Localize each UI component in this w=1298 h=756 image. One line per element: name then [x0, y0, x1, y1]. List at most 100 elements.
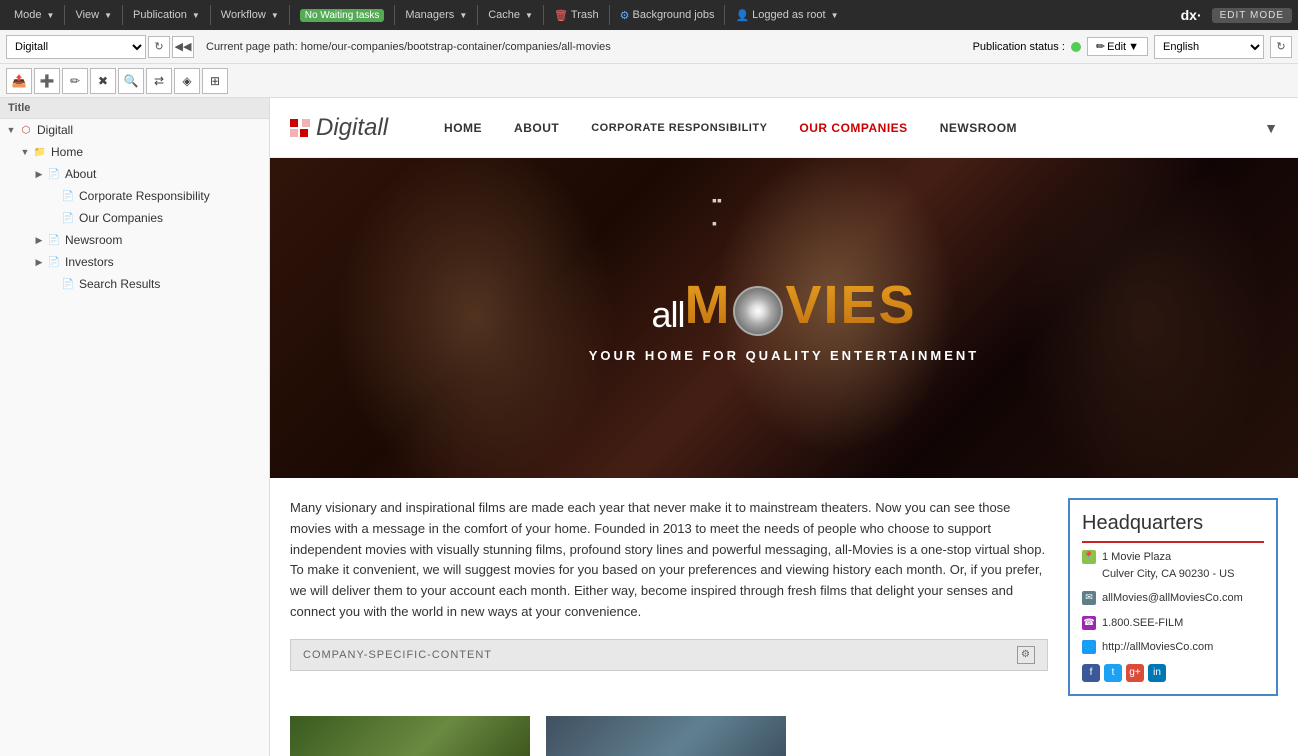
bar-settings-icon[interactable]: ⚙	[1017, 646, 1035, 664]
bg-jobs-label: Background jobs	[633, 9, 715, 21]
sep8	[609, 5, 610, 25]
tree-item-our-companies[interactable]: 📄 Our Companies	[0, 207, 269, 229]
nav-about[interactable]: ABOUT	[498, 98, 575, 158]
hero-m-text: M	[684, 274, 731, 336]
hero-vies-text: VIES	[785, 274, 916, 336]
managers-menu[interactable]: Managers ▼	[397, 0, 475, 30]
hero-tagline: YOUR HOME FOR QUALITY ENTERTAINMENT	[589, 348, 980, 363]
sep7	[543, 5, 544, 25]
phone-icon: ☎	[1082, 616, 1096, 630]
logged-icon: 👤	[735, 9, 749, 22]
workflow-arrow: ▼	[271, 11, 279, 20]
hq-social: f t g+ in	[1082, 664, 1264, 682]
logged-as-menu[interactable]: 👤 Logged as root ▼	[727, 0, 846, 30]
email-icon: ✉	[1082, 591, 1096, 605]
logo-box4	[300, 129, 308, 137]
hero-pixels: ▪▪▪	[712, 188, 722, 234]
pencil-icon: ✏	[1096, 40, 1105, 53]
logged-arrow: ▼	[831, 11, 839, 20]
thumb-1[interactable]: 6 JAN	[290, 716, 530, 756]
tool-more[interactable]: ⊞	[202, 68, 228, 94]
hero-all-text: all	[651, 294, 684, 336]
tool-delete[interactable]: ✖	[90, 68, 116, 94]
social-linkedin[interactable]: in	[1148, 664, 1166, 682]
mode-arrow: ▼	[47, 11, 55, 20]
sep9	[724, 5, 725, 25]
hq-title: Headquarters	[1082, 512, 1264, 543]
sep5	[394, 5, 395, 25]
tree-item-investors[interactable]: ▶ 📄 Investors	[0, 251, 269, 273]
logo-text: Digitall	[316, 114, 388, 142]
page-icon-search: 📄	[60, 276, 76, 292]
page-icon-investors: 📄	[46, 254, 62, 270]
language-select[interactable]: English	[1154, 35, 1264, 59]
tree-item-corp-resp[interactable]: 📄 Corporate Responsibility	[0, 185, 269, 207]
edit-button[interactable]: ✏ Edit ▼	[1087, 37, 1148, 56]
nav-dropdown-arrow[interactable]: ▼	[1264, 120, 1278, 136]
nav-corp-resp[interactable]: CORPORATE RESPONSIBILITY	[575, 98, 783, 158]
tree-arrow-newsroom: ▶	[32, 235, 46, 246]
page-icon-corp: 📄	[60, 188, 76, 204]
trash-button[interactable]: 🗑 Trash	[546, 0, 607, 30]
workflow-menu[interactable]: Workflow ▼	[213, 0, 287, 30]
sidebar: Title ▼ ⬡ Digitall ▼ 📁 Home ▶ 📄 About 📄 …	[0, 98, 270, 756]
tree-item-about[interactable]: ▶ 📄 About	[0, 163, 269, 185]
managers-arrow: ▼	[459, 11, 467, 20]
social-google-plus[interactable]: g+	[1126, 664, 1144, 682]
tree-arrow-about: ▶	[32, 169, 46, 180]
icon-toolbar: 📤 ➕ ✏ ✖ 🔍 ⇄ ◈ ⊞	[0, 64, 1298, 98]
page-selector: Digitall ↻ ◀◀	[6, 35, 194, 59]
trash-label: Trash	[571, 9, 599, 21]
nav-our-companies[interactable]: OUR COMPANIES	[783, 98, 923, 158]
tree-arrow-digitall: ▼	[4, 125, 18, 135]
hero-content: all M VIES YOUR HOME FOR QUALITY ENTERTA…	[589, 274, 980, 363]
back-btn[interactable]: ◀◀	[172, 36, 194, 58]
tool-edit[interactable]: ✏	[62, 68, 88, 94]
edit-mode-badge: EDIT MODE	[1212, 8, 1292, 23]
hq-address-text: 1 Movie Plaza Culver City, CA 90230 - US	[1102, 549, 1234, 582]
hq-box: Headquarters 📍 1 Movie Plaza Culver City…	[1068, 498, 1278, 696]
pub-status: Publication status : ✏ Edit ▼ English ↻	[973, 35, 1292, 59]
tree-label-search: Search Results	[79, 277, 160, 291]
tree-item-home[interactable]: ▼ 📁 Home	[0, 141, 269, 163]
nav-newsroom[interactable]: NEWSROOM	[924, 98, 1033, 158]
tool-publish[interactable]: 📤	[6, 68, 32, 94]
tool-workflow[interactable]: ◈	[174, 68, 200, 94]
company-specific-bar: COMPANY-SPECIFIC-CONTENT ⚙	[290, 639, 1048, 671]
mode-menu[interactable]: Mode ▼	[6, 0, 62, 30]
page-icon-oc: 📄	[60, 210, 76, 226]
second-toolbar: Digitall ↻ ◀◀ Current page path: home/ou…	[0, 30, 1298, 64]
tree-arrow-investors: ▶	[32, 257, 46, 268]
content-area: Digitall HOME ABOUT CORPORATE RESPONSIBI…	[270, 98, 1298, 756]
bg-jobs-button[interactable]: ⚙ Background jobs	[612, 0, 723, 30]
tool-add[interactable]: ➕	[34, 68, 60, 94]
tree-label-newsroom: Newsroom	[65, 233, 122, 247]
hq-email-text: allMovies@allMoviesCo.com	[1102, 590, 1243, 607]
cache-menu[interactable]: Cache ▼	[480, 0, 541, 30]
social-twitter[interactable]: t	[1104, 664, 1122, 682]
tree-item-newsroom[interactable]: ▶ 📄 Newsroom	[0, 229, 269, 251]
view-label: View	[75, 9, 99, 21]
lang-refresh-btn[interactable]: ↻	[1270, 36, 1292, 58]
publication-menu[interactable]: Publication ▼	[125, 0, 208, 30]
edit-label: Edit	[1107, 41, 1126, 53]
tool-link[interactable]: ⇄	[146, 68, 172, 94]
tree-item-digitall[interactable]: ▼ ⬡ Digitall	[0, 119, 269, 141]
hq-email-item: ✉ allMovies@allMoviesCo.com	[1082, 590, 1264, 607]
top-toolbar: Mode ▼ View ▼ Publication ▼ Workflow ▼ N…	[0, 0, 1298, 30]
social-facebook[interactable]: f	[1082, 664, 1100, 682]
web-icon: 🌐	[1082, 640, 1096, 654]
tree-item-search-results[interactable]: 📄 Search Results	[0, 273, 269, 295]
refresh-btn[interactable]: ↻	[148, 36, 170, 58]
tool-search[interactable]: 🔍	[118, 68, 144, 94]
cache-label: Cache	[488, 9, 520, 21]
trash-icon: 🗑	[554, 9, 568, 22]
managers-label: Managers	[405, 9, 454, 21]
nav-home[interactable]: HOME	[428, 98, 498, 158]
page-select[interactable]: Digitall	[6, 35, 146, 59]
content-section: Many visionary and inspirational films a…	[270, 478, 1298, 706]
toolbar-right: dx· EDIT MODE	[1181, 7, 1292, 23]
hero-disc	[733, 286, 783, 336]
thumb-2[interactable]: 1 DEC	[546, 716, 786, 756]
view-menu[interactable]: View ▼	[67, 0, 120, 30]
